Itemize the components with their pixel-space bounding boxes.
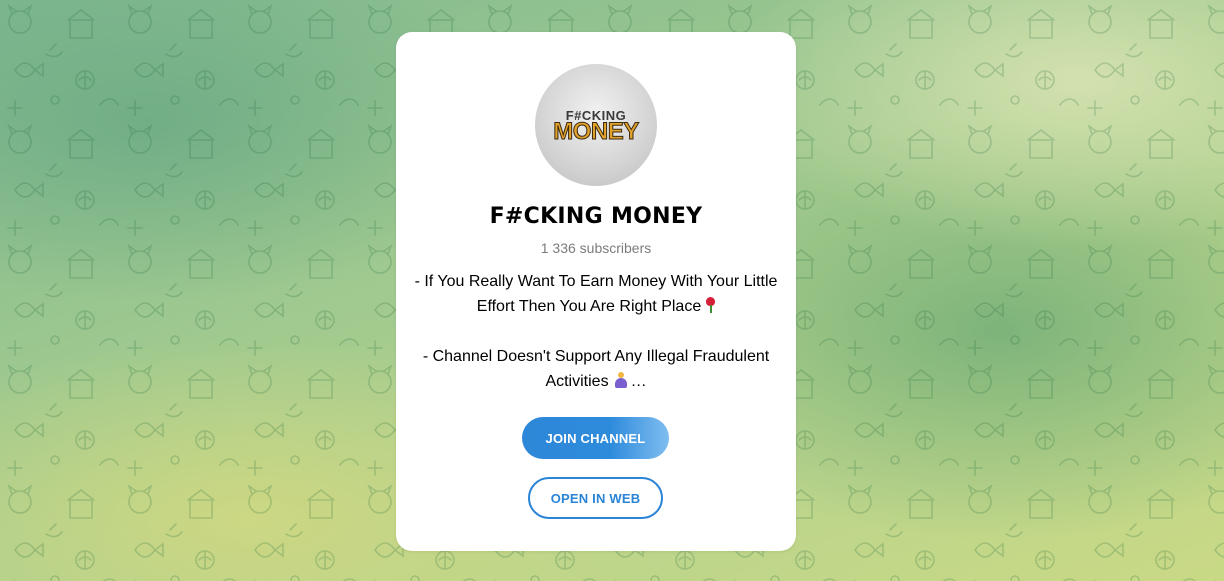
description-paragraph-1: - If You Really Want To Earn Money With … (412, 269, 780, 319)
channel-description: - If You Really Want To Earn Money With … (412, 269, 780, 394)
rose-emoji-icon (705, 297, 716, 313)
description-ellipsis: … (630, 373, 647, 390)
description-line-2: - Channel Doesn't Support Any Illegal Fr… (422, 348, 770, 390)
description-paragraph-2: - Channel Doesn't Support Any Illegal Fr… (412, 344, 780, 394)
avatar-main-text: MONEY (553, 118, 640, 146)
open-in-web-button[interactable]: OPEN IN WEB (528, 477, 663, 519)
subscriber-count: 1 336 subscribers (540, 240, 652, 256)
channel-title: F#CKING MONEY (489, 204, 703, 229)
join-channel-button[interactable]: JOIN CHANNEL (522, 417, 669, 459)
channel-avatar: F#CKING MONEY (535, 64, 657, 186)
praying-hands-emoji-icon (613, 372, 629, 388)
description-line-1: - If You Really Want To Earn Money With … (414, 273, 778, 315)
channel-card: F#CKING MONEY F#CKING MONEY 1 336 subscr… (396, 32, 796, 551)
